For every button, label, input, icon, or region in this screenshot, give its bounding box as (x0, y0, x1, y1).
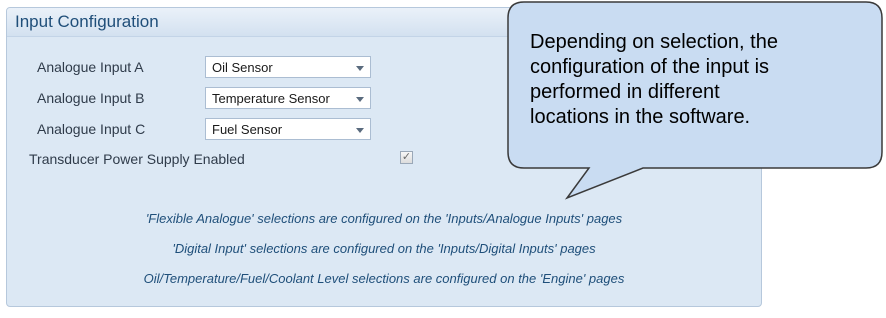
callout-line: locations in the software. (530, 106, 751, 128)
analogue-input-c-select[interactable]: Fuel Sensor (205, 118, 371, 140)
callout-line: Depending on selection, the (530, 31, 778, 53)
note-flexible-analogue: 'Flexible Analogue' selections are confi… (145, 211, 623, 226)
note-digital-input: 'Digital Input' selections are configure… (172, 241, 596, 256)
panel-title: Input Configuration (15, 12, 159, 31)
analogue-input-b-value: Temperature Sensor (212, 91, 330, 106)
analogue-input-c-value: Fuel Sensor (212, 122, 283, 137)
analogue-input-a-label: Analogue Input A (37, 59, 144, 75)
analogue-input-c-label: Analogue Input C (37, 121, 146, 137)
transducer-power-supply-checkbox[interactable]: ✓ (400, 151, 413, 164)
chevron-down-icon (356, 97, 364, 102)
analogue-input-a-value: Oil Sensor (212, 60, 273, 75)
chevron-down-icon (356, 66, 364, 71)
analogue-input-b-label: Analogue Input B (37, 90, 145, 106)
transducer-power-supply-label: Transducer Power Supply Enabled (29, 151, 245, 167)
callout-line: performed in different (530, 81, 720, 103)
note-engine-levels: Oil/Temperature/Fuel/Coolant Level selec… (143, 271, 625, 286)
callout-text: Depending on selection, the configuratio… (530, 30, 870, 130)
analogue-input-a-select[interactable]: Oil Sensor (205, 56, 371, 78)
callout-line: configuration of the input is (530, 56, 770, 78)
chevron-down-icon (356, 128, 364, 133)
analogue-input-b-select[interactable]: Temperature Sensor (205, 87, 371, 109)
